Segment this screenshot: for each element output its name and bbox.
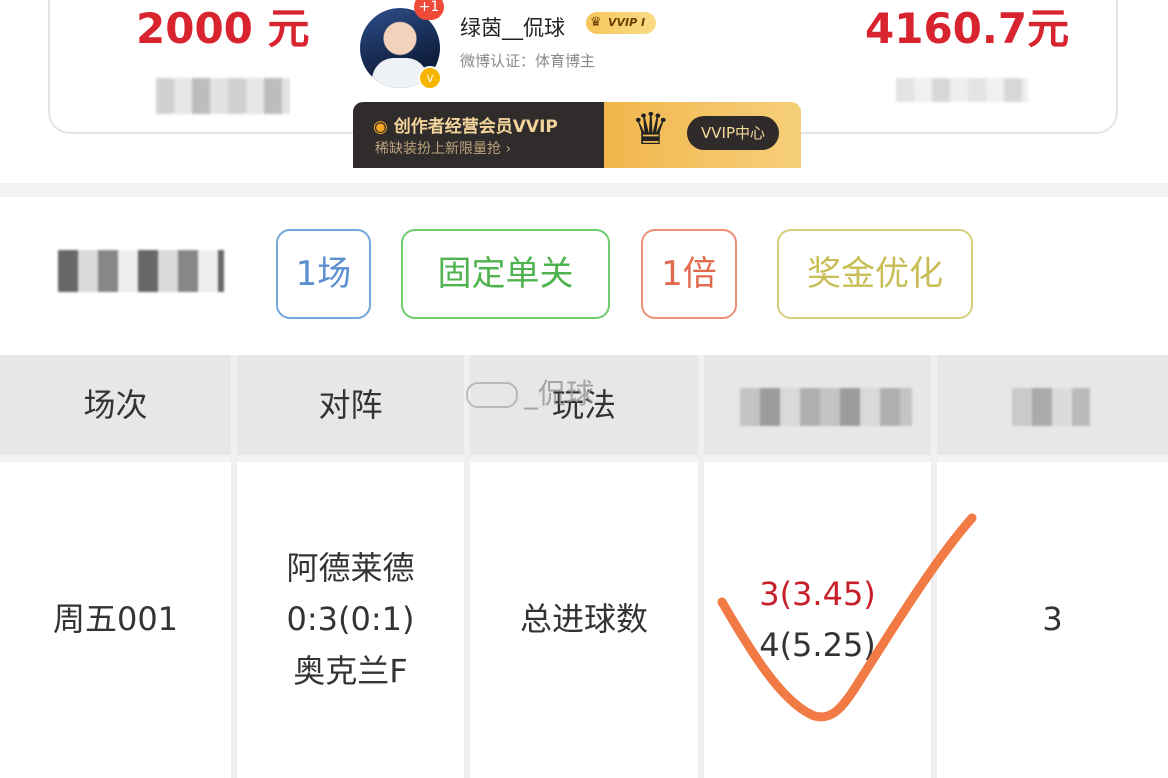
verification-text: 微博认证：体育博主	[460, 52, 596, 70]
blurred-label-left	[156, 78, 290, 114]
section-divider	[0, 183, 1168, 197]
cell-matchup: 阿德莱德 0:3(0:1) 奥克兰F	[237, 462, 464, 778]
blurred-bet-name	[58, 250, 224, 292]
vip-banner-subtitle: 稀缺装扮上新限量抢 ›	[375, 141, 512, 157]
vip-banner-title: ◉ 创作者经营会员VVIP	[373, 112, 558, 137]
blurred-header-text	[740, 388, 912, 426]
vvip-badge[interactable]: ♛ VVIP I	[586, 12, 656, 34]
cell-play-type: 总进球数	[470, 462, 698, 778]
crown-icon: ♛	[631, 104, 671, 155]
vip-banner[interactable]: ◉ 创作者经营会员VVIP 稀缺装扮上新限量抢 › ♛ VVIP中心	[353, 102, 801, 168]
header-match-no: 场次	[0, 355, 231, 455]
blurred-label-right	[896, 78, 1028, 102]
weibo-icon: ◉	[373, 117, 388, 137]
verified-icon: v	[418, 66, 442, 90]
payout-amount: 4160.7元	[865, 4, 1070, 53]
vvip-label: VVIP I	[608, 16, 646, 29]
check-mark-icon	[717, 513, 977, 722]
play-type: 总进球数	[519, 600, 648, 639]
header-matchup: 对阵	[237, 355, 464, 455]
match-score: 0:3(0:1)	[286, 600, 415, 639]
matchup: 阿德莱德 0:3(0:1) 奥克兰F	[286, 543, 414, 697]
match-count-pill[interactable]: 1场	[276, 229, 371, 319]
away-team: 奥克兰F	[293, 651, 408, 690]
home-team: 阿德莱德	[286, 549, 415, 588]
watermark-text: _侃球	[524, 377, 595, 410]
blurred-header-text	[1012, 388, 1090, 426]
vvip-center-button[interactable]: VVIP中心	[687, 116, 779, 150]
vip-banner-title-text: 创作者经营会员VVIP	[393, 117, 558, 137]
stake-amount: 2000 元	[136, 4, 310, 53]
table-divider	[0, 455, 1168, 462]
watermark: _侃球	[466, 372, 594, 412]
cell-match-no: 周五001	[0, 462, 231, 778]
result: 3	[1042, 600, 1063, 639]
weibo-logo-icon	[466, 382, 518, 408]
multiplier-pill[interactable]: 1倍	[641, 229, 737, 319]
prize-optimize-pill[interactable]: 奖金优化	[777, 229, 973, 319]
crown-icon: ♛	[590, 15, 602, 30]
pass-type-pill[interactable]: 固定单关	[401, 229, 610, 319]
profile-name[interactable]: 绿茵__侃球	[460, 12, 565, 42]
match-no: 周五001	[52, 600, 179, 639]
